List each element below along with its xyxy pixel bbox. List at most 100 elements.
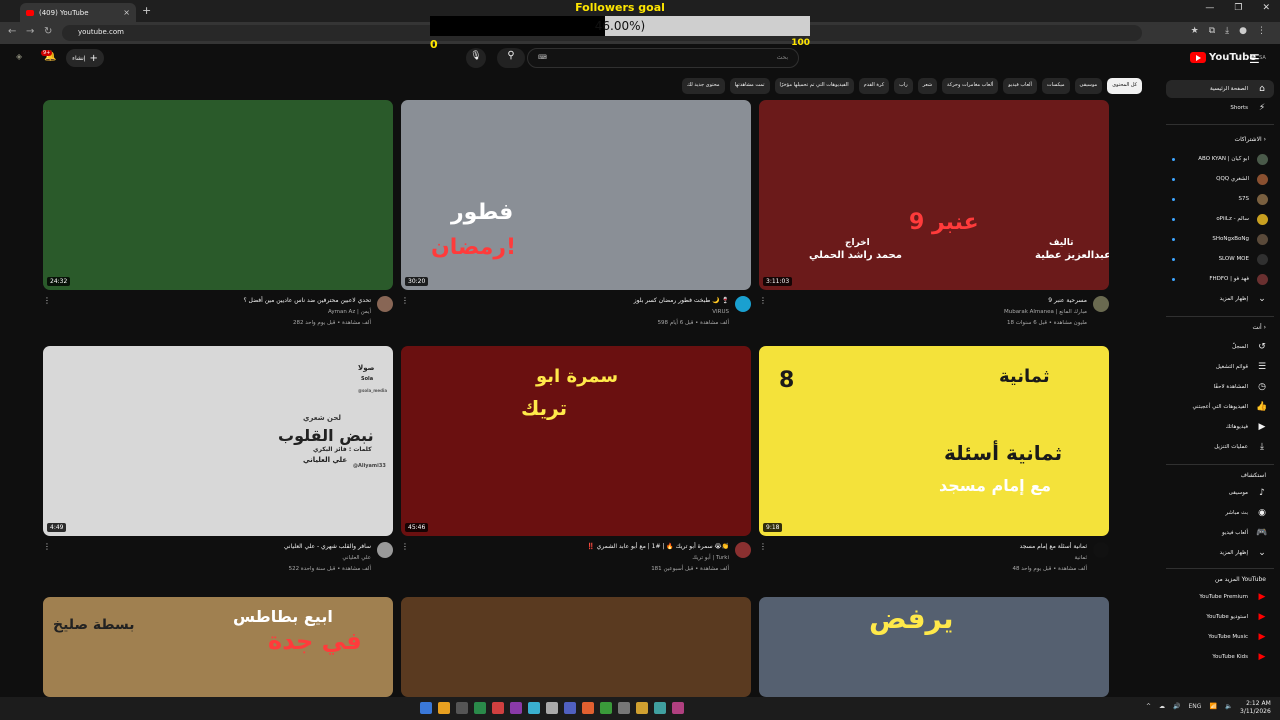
channel-name[interactable]: أبو تريك | Turki <box>692 555 729 561</box>
extensions-icon[interactable]: ⧉ <box>1209 26 1215 36</box>
sidebar-subscription-item[interactable]: FHDFO | فهد فو <box>1166 270 1274 288</box>
taskbar-app-icon[interactable] <box>672 702 684 714</box>
channel-name[interactable]: Ayman Az | أيمن <box>328 309 371 315</box>
maximize-button[interactable]: ❐ <box>1234 3 1242 13</box>
reload-icon[interactable]: ↻ <box>44 26 52 37</box>
filter-chip[interactable]: ألعاب فيديو <box>1003 78 1037 94</box>
taskbar-app-icon[interactable] <box>492 702 504 714</box>
wifi-icon[interactable]: 📶 <box>1209 703 1216 710</box>
taskbar-app-icon[interactable] <box>582 702 594 714</box>
channel-avatar[interactable] <box>1093 542 1109 558</box>
taskbar-app-icon[interactable] <box>474 702 486 714</box>
sidebar-item-shorts[interactable]: Shorts ⚡ <box>1166 99 1274 117</box>
sidebar-item-more[interactable]: YouTube Kids ▶ <box>1166 648 1274 666</box>
more-actions-icon[interactable]: ⋮ <box>401 296 409 305</box>
video-card[interactable] <box>401 597 751 697</box>
taskbar-app-icon[interactable] <box>546 702 558 714</box>
tray-chevron-icon[interactable]: ^ <box>1146 703 1151 710</box>
you-header[interactable]: أنت › <box>1166 324 1274 331</box>
taskbar-app-icon[interactable] <box>600 702 612 714</box>
video-card[interactable]: 9:18 ثمانية أسئلة مع إمام مسجد ثمانية 8 ثماني… <box>759 346 1109 586</box>
filter-chip[interactable]: ألعاب مغامرات وحركة <box>942 78 999 94</box>
filter-chip[interactable]: الفيديوهات التي تم تحميلها مؤخرًا <box>774 78 854 94</box>
speaker-icon[interactable]: 🔈 <box>1225 703 1232 710</box>
video-title[interactable]: سافر والقلب شهري - علي العلياني <box>284 543 371 550</box>
video-title[interactable]: ثمانية أسئلة مع إمام مسجد <box>1020 543 1087 550</box>
filter-chip[interactable]: محتوى جديد لك <box>682 78 725 94</box>
profile-icon[interactable]: ● <box>1239 26 1247 36</box>
more-actions-icon[interactable]: ⋮ <box>759 296 767 305</box>
video-card[interactable]: ابيع بطاطس في جدة بسطة صليخ <box>43 597 393 697</box>
sidebar-subscription-item[interactable]: SHoNgxBoNg <box>1166 230 1274 248</box>
sidebar-item-you[interactable]: فيديوهاتك ▶ <box>1166 418 1274 436</box>
video-card[interactable]: 3:11:03 تاليف عبدالعزيز عطية اخراج محمد راشد… <box>759 100 1109 340</box>
sidebar-item-home[interactable]: الصفحة الرئيسية ⌂ <box>1166 80 1274 98</box>
filter-chip[interactable]: كل المحتوى <box>1107 78 1142 94</box>
video-thumbnail[interactable]: 4:49 لحن شعري نبض القلوب كلمات : فائز البكر… <box>43 346 393 536</box>
video-title[interactable]: تحدي لاعبين محترفين ضد ناس عاديين مين أف… <box>243 297 371 304</box>
channel-avatar[interactable] <box>1093 296 1109 312</box>
filter-chip[interactable]: راب <box>894 78 913 94</box>
taskbar-app-icon[interactable] <box>456 702 468 714</box>
sidebar-item-more[interactable]: YouTube Premium ▶ <box>1166 588 1274 606</box>
taskbar-app-icon[interactable] <box>438 702 450 714</box>
channel-name[interactable]: Mubarak Almanea | مبارك المانع <box>1004 309 1087 315</box>
taskbar-app-icon[interactable] <box>510 702 522 714</box>
filter-chip[interactable]: كرة القدم <box>858 78 890 94</box>
download-icon[interactable]: ⤓ <box>1225 26 1229 36</box>
channel-avatar[interactable] <box>377 542 393 558</box>
sidebar-item-you[interactable]: السجلّ ↺ <box>1166 338 1274 356</box>
channel-name[interactable]: علي العلياني <box>342 555 371 561</box>
sidebar-subscription-item[interactable]: S7S <box>1166 190 1274 208</box>
sidebar-item-you[interactable]: قوائم التشغيل ☰ <box>1166 358 1274 376</box>
hamburger-menu-icon[interactable]: ☰ <box>1249 52 1260 66</box>
filter-chip[interactable]: موسيقى <box>1074 78 1103 94</box>
forward-icon[interactable]: → <box>26 26 34 37</box>
video-card[interactable]: يرفض <box>759 597 1109 697</box>
more-actions-icon[interactable]: ⋮ <box>43 542 51 551</box>
sidebar-subscription-item[interactable]: SLOW MOE <box>1166 250 1274 268</box>
menu-icon[interactable]: ⋮ <box>1257 26 1266 36</box>
keyboard-icon[interactable]: ⌨ <box>538 54 547 61</box>
sidebar-item-you[interactable]: عمليات التنزيل ⤓ <box>1166 438 1274 456</box>
channel-name[interactable]: ثمانية <box>1074 555 1087 561</box>
create-button[interactable]: إنشاء + <box>66 49 104 67</box>
browser-tab[interactable]: (409) YouTube × <box>20 3 136 22</box>
new-tab-button[interactable]: + <box>142 4 151 17</box>
sidebar-item-explore[interactable]: إظهار المزيد ⌄ <box>1166 544 1274 562</box>
search-input[interactable]: بحث ⌨ <box>527 48 799 68</box>
video-thumbnail[interactable] <box>401 597 751 697</box>
minimize-button[interactable]: — <box>1205 3 1214 13</box>
more-actions-icon[interactable]: ⋮ <box>43 296 51 305</box>
back-icon[interactable]: ← <box>8 26 16 37</box>
sidebar-item-explore[interactable]: ألعاب فيديو 🎮 <box>1166 524 1274 542</box>
tray-cloud-icon[interactable]: ☁ <box>1159 703 1165 710</box>
taskbar-app-icon[interactable] <box>618 702 630 714</box>
taskbar-app-icon[interactable] <box>636 702 648 714</box>
video-card[interactable]: 30:20 فطور رمضان! طبخت فطور رمضان كسر بلوز … <box>401 100 751 340</box>
video-title[interactable]: مسرحية عنبر 9 <box>1048 297 1087 304</box>
taskbar-app-icon[interactable] <box>654 702 666 714</box>
taskbar-app-icon[interactable] <box>528 702 540 714</box>
channel-avatar[interactable] <box>377 296 393 312</box>
filter-chip[interactable]: ميكسات <box>1041 78 1070 94</box>
video-card[interactable]: 24:32 تحدي لاعبين محترفين ضد ناس عاديين م… <box>43 100 393 340</box>
more-actions-icon[interactable]: ⋮ <box>759 542 767 551</box>
tray-volume-icon[interactable]: 🔊 <box>1173 703 1180 710</box>
video-thumbnail[interactable]: ابيع بطاطس في جدة بسطة صليخ <box>43 597 393 697</box>
sidebar-show-more[interactable]: إظهار المزيد ⌄ <box>1166 290 1274 308</box>
video-card[interactable]: 4:49 لحن شعري نبض القلوب كلمات : فائز البكر… <box>43 346 393 586</box>
search-button[interactable]: ⚲ <box>497 48 525 68</box>
bookmark-star-icon[interactable]: ★ <box>1191 26 1199 36</box>
sidebar-subscription-item[interactable]: oPiiLz - سالم <box>1166 210 1274 228</box>
channel-name[interactable]: VIRUS <box>712 309 729 315</box>
channel-avatar[interactable] <box>735 542 751 558</box>
video-thumbnail[interactable]: 9:18 ثمانية أسئلة مع إمام مسجد ثمانية 8 <box>759 346 1109 536</box>
sidebar-item-you[interactable]: الفيديوهات التي أعجبتني 👍 <box>1166 398 1274 416</box>
sidebar-item-more[interactable]: YouTube Music ▶ <box>1166 628 1274 646</box>
video-thumbnail[interactable]: يرفض <box>759 597 1109 697</box>
subscriptions-header[interactable]: الاشتراكات › <box>1166 136 1274 143</box>
video-thumbnail[interactable]: 30:20 فطور رمضان! <box>401 100 751 290</box>
language-indicator[interactable]: ENG <box>1189 703 1202 710</box>
more-actions-icon[interactable]: ⋮ <box>401 542 409 551</box>
